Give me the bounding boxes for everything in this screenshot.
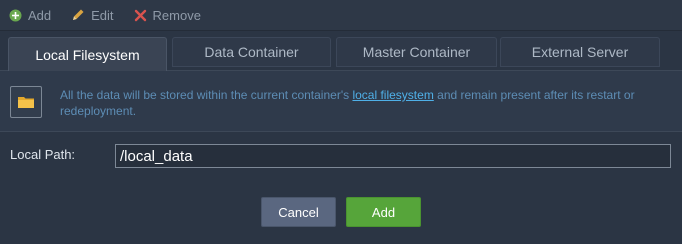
pencil-icon: [71, 8, 85, 22]
local-path-label: Local Path:: [10, 147, 76, 162]
local-filesystem-link[interactable]: local filesystem: [352, 88, 433, 102]
add-toolbar-label: Add: [28, 7, 52, 23]
folder-icon: [10, 86, 42, 118]
plus-circle-icon: [9, 9, 22, 22]
add-button[interactable]: Add: [346, 197, 421, 227]
tab-label: Data Container: [204, 44, 299, 60]
tab-label: Master Container: [362, 44, 471, 60]
storage-type-tabs: Local Filesystem Data Container Master C…: [8, 37, 674, 71]
remove-toolbar-label: Remove: [152, 7, 201, 23]
tab-data-container[interactable]: Data Container: [172, 37, 331, 67]
info-text-before: All the data will be stored within the c…: [60, 88, 353, 102]
tab-label: Local Filesystem: [35, 46, 140, 63]
toolbar: Add Edit Remove: [0, 0, 682, 31]
edit-toolbar-label: Edit: [91, 7, 114, 23]
info-text: All the data will be stored within the c…: [60, 87, 670, 119]
local-path-input[interactable]: [115, 144, 671, 168]
tab-master-container[interactable]: Master Container: [336, 37, 497, 67]
cancel-button[interactable]: Cancel: [261, 197, 336, 227]
tab-external-server[interactable]: External Server: [500, 37, 660, 67]
tab-label: External Server: [531, 44, 629, 60]
remove-toolbar-button[interactable]: Remove: [122, 0, 209, 30]
x-icon: [134, 9, 147, 22]
edit-toolbar-button[interactable]: Edit: [59, 0, 121, 30]
add-toolbar-button[interactable]: Add: [0, 0, 59, 30]
tab-local-filesystem[interactable]: Local Filesystem: [8, 37, 167, 71]
